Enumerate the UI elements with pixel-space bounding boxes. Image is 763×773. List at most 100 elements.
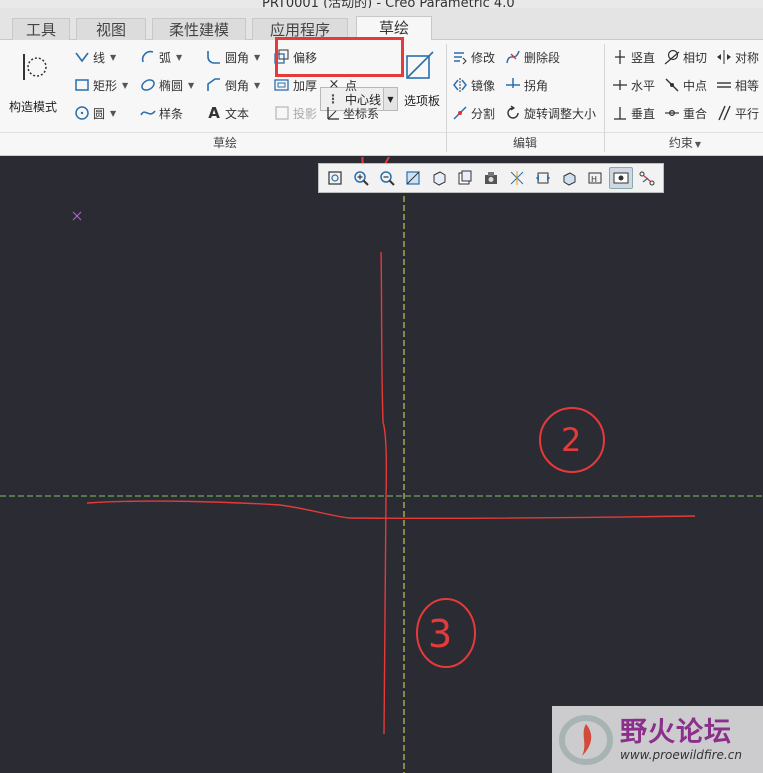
fillet-icon [207,51,220,64]
zoom-in-icon[interactable] [349,167,373,189]
annotation-stroke-horizontal [86,500,696,520]
coincident-constraint-label: 重合 [683,106,708,121]
point-button[interactable]: × 点 [326,74,357,96]
project-button[interactable]: 投影 [274,102,317,124]
coordinate-system-button[interactable]: 坐标系 [324,102,379,124]
constrain-group-label: 约束 [668,136,693,150]
graphics-toolbar: H [318,163,664,193]
symmetric-constraint-button[interactable]: 对称 [716,46,759,68]
text-icon: A [208,104,220,122]
divide-icon [453,106,467,120]
palette-icon [406,51,434,79]
constrain-group-menu[interactable]: 约束 ▼ [640,134,730,151]
divide-button[interactable]: 分割 [452,102,495,124]
construction-mode-button[interactable]: 构造模式 [6,48,60,124]
named-views-icon[interactable] [453,167,477,189]
watermark: 野火论坛 www.proewildfire.cn [552,706,763,773]
fillet-button[interactable]: 圆角 ▼ [206,46,260,68]
sketch-point-marker [72,211,82,221]
constraint-display-icon[interactable] [635,167,659,189]
tab-flexible-modeling[interactable]: 柔性建模 [152,18,246,40]
arc-button[interactable]: 弧 ▼ [140,46,182,68]
spline-button[interactable]: 样条 [140,102,183,124]
annotation-display-icon[interactable] [557,167,581,189]
vertical-constraint-button[interactable]: 竖直 [612,46,655,68]
repaint-icon[interactable] [401,167,425,189]
circle-icon [75,106,89,120]
sketcher-display-icon[interactable] [609,167,633,189]
mirror-icon [453,78,467,92]
title-bar: PRT0001 (活动的) - Creo Parametric 4.0 [0,0,763,8]
ellipse-icon [141,79,155,91]
group-separator [604,44,605,152]
chamfer-label: 倒角 [225,78,250,93]
tab-tools[interactable]: 工具 [12,18,70,40]
datum-display-icon[interactable] [505,167,529,189]
delete-segment-label: 删除段 [524,50,561,65]
annotation-stroke-vertical [380,251,388,735]
group-separator [446,44,447,152]
thicken-button[interactable]: 加厚 [274,74,317,96]
annotation-mark-2-text: 2 [561,421,581,459]
line-button[interactable]: 线 ▼ [74,46,116,68]
point-label: 点 [345,78,358,93]
corner-button[interactable]: 拐角 [505,74,548,96]
mirror-button[interactable]: 镜像 [452,74,495,96]
rotate-resize-icon [507,105,519,119]
spin-center-icon[interactable] [531,167,555,189]
ribbon-tab-bar: 工具 视图 柔性建模 应用程序 草绘 [0,8,763,41]
modify-icon [454,52,467,65]
tangent-constraint-button[interactable]: 相切 [664,46,707,68]
rectangle-button[interactable]: 矩形 ▼ [74,74,128,96]
text-button[interactable]: A 文本 [206,102,249,124]
rotate-resize-button[interactable]: 旋转调整大小 [505,102,596,124]
spline-label: 样条 [159,106,184,121]
chamfer-button[interactable]: 倒角 ▼ [206,74,260,96]
horizontal-constraint-button[interactable]: 水平 [612,74,655,96]
chevron-down-icon: ▼ [188,80,195,90]
sketch-view-icon[interactable]: H [583,167,607,189]
arc-label: 弧 [159,50,172,65]
display-style-icon[interactable] [479,167,503,189]
edit-group-label: 编辑 [512,136,537,150]
watermark-logo-icon [559,715,613,765]
coincident-constraint-button[interactable]: 重合 [664,102,707,124]
delete-segment-button[interactable]: 删除段 [505,46,560,68]
modify-label: 修改 [471,50,496,65]
palette-button[interactable]: 选项板 [400,46,444,126]
refit-icon[interactable] [323,167,347,189]
midpoint-constraint-button[interactable]: 中点 [664,74,707,96]
symmetric-constraint-label: 对称 [735,50,760,65]
coordinate-system-icon [327,107,339,120]
parallel-constraint-button[interactable]: 平行 [716,102,759,124]
equal-constraint-label: 相等 [735,78,760,93]
tab-view[interactable]: 视图 [76,18,146,40]
perpendicular-constraint-label: 垂直 [631,106,656,121]
chamfer-icon [207,78,220,91]
spline-icon [140,110,156,116]
ellipse-button[interactable]: 椭圆 ▼ [140,74,194,96]
sketch-area [0,187,763,773]
modify-button[interactable]: 修改 [452,46,495,68]
tangent-constraint-icon [664,49,680,65]
chevron-down-icon: ▼ [176,52,183,62]
circle-label: 圆 [93,106,106,121]
vertical-constraint-label: 竖直 [631,50,656,65]
symmetric-constraint-icon [717,50,731,64]
annotation-mark-3: 3 [416,598,476,668]
construction-mode-label: 构造模式 [8,100,57,114]
saved-orientations-icon[interactable] [427,167,451,189]
tangent-constraint-label: 相切 [683,50,708,65]
corner-icon [506,78,520,88]
equal-constraint-icon [717,82,731,88]
chevron-down-icon[interactable]: ▼ [383,88,397,110]
zoom-out-icon[interactable] [375,167,399,189]
svg-text:H: H [591,175,597,184]
annotation-mark-2: 2 [539,407,605,473]
graphics-canvas[interactable]: 2 3 [0,157,763,773]
perpendicular-constraint-button[interactable]: 垂直 [612,102,655,124]
ellipse-label: 椭圆 [159,78,184,93]
circle-button[interactable]: 圆 ▼ [74,102,116,124]
perpendicular-constraint-icon [614,107,626,120]
equal-constraint-button[interactable]: 相等 [716,74,759,96]
